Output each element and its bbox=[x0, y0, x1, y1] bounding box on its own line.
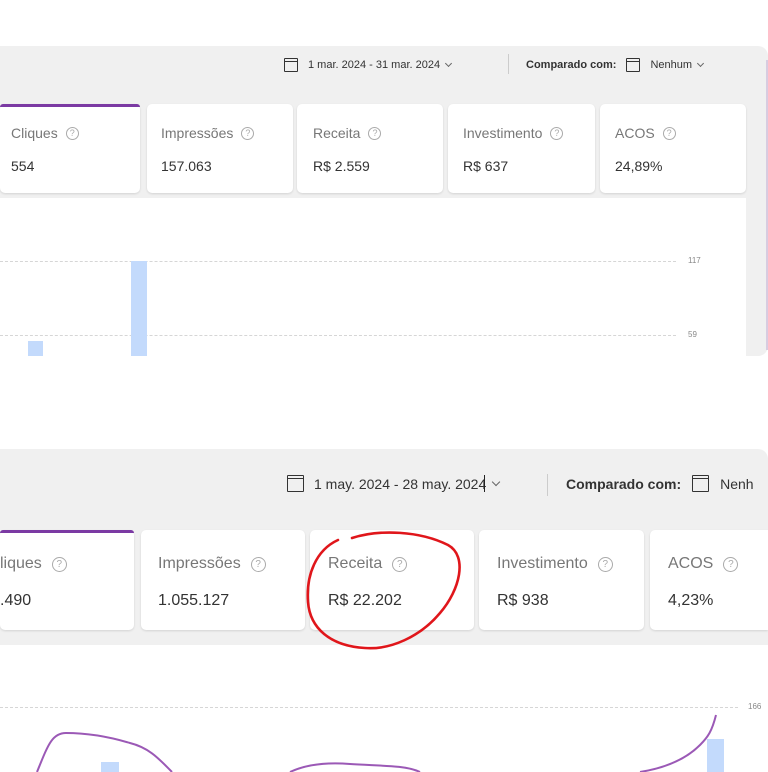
highlight-annotation bbox=[306, 531, 461, 650]
